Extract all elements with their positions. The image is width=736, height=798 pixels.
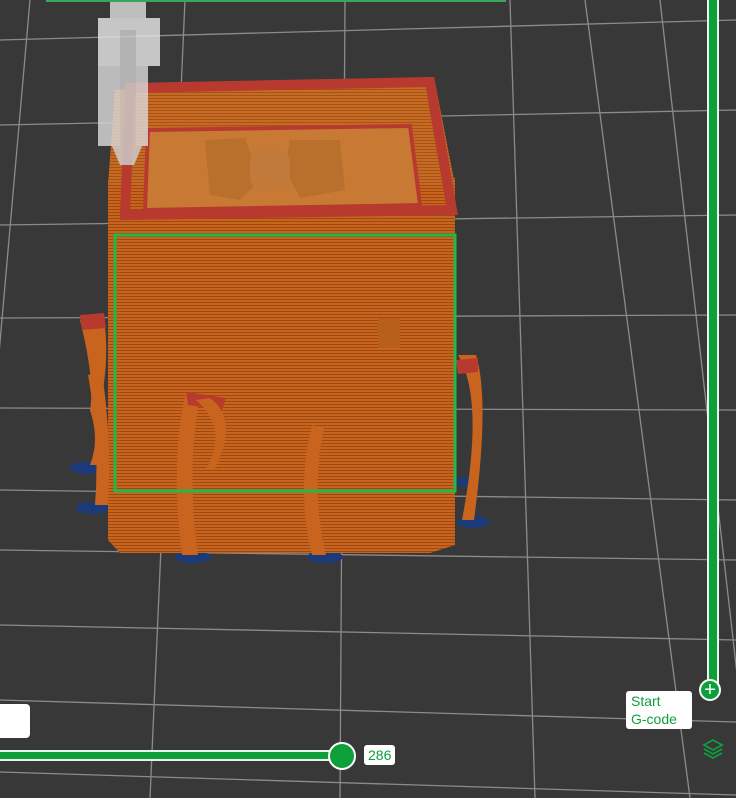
printed-model [80,76,483,555]
plus-icon: + [704,679,716,701]
value-input[interactable] [0,704,30,738]
start-gcode-label: Start G-code [626,691,692,729]
3d-viewport[interactable] [0,0,736,798]
horizontal-slider-handle[interactable] [328,742,356,770]
move-value-label: 286 [364,745,396,765]
horizontal-move-slider[interactable] [0,750,336,761]
vertical-layer-slider[interactable] [707,0,719,684]
top-progress-line [46,0,506,2]
vertical-slider-handle[interactable]: + [699,679,721,701]
layers-icon[interactable] [702,738,724,760]
